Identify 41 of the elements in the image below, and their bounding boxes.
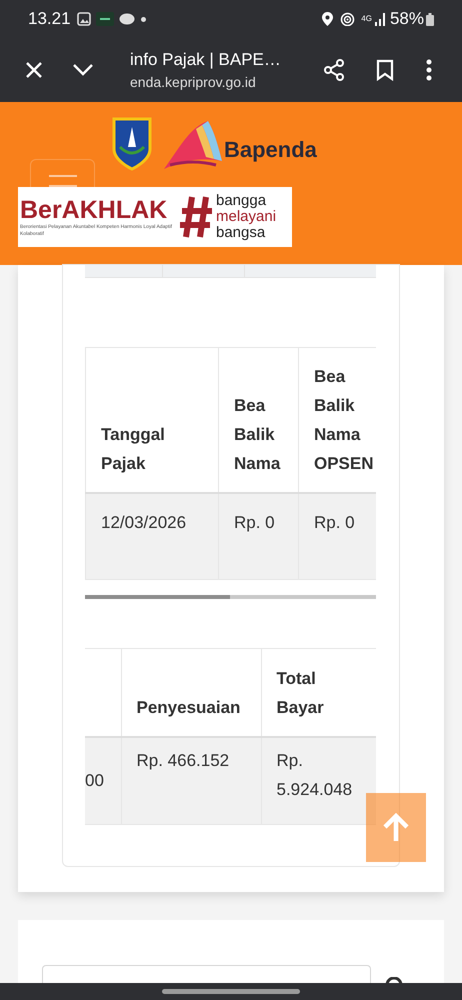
battery-icon: [426, 12, 434, 26]
page-title: info Pajak | BAPE…: [130, 48, 282, 71]
bookmark-icon[interactable]: [376, 59, 394, 81]
column-header: Total Bayar: [261, 648, 376, 736]
column-header: Penyesuaian: [121, 648, 261, 736]
menu-icon: [48, 175, 76, 187]
banner-title: BerAKHLAK: [20, 196, 168, 224]
table-cell: Rp. 0: [298, 492, 376, 580]
table-cell: Rp. 0: [218, 492, 298, 580]
scrollbar-thumb[interactable]: [85, 595, 230, 599]
table-cell: Rp. 466.152: [121, 736, 261, 824]
network-type: 4G: [361, 15, 372, 23]
gallery-icon: [76, 12, 91, 26]
hotspot-icon: [340, 12, 356, 26]
column-header: Tanggal Pajak: [86, 348, 218, 492]
close-icon[interactable]: [24, 60, 44, 80]
tagline-word: bangsa: [216, 225, 266, 241]
table-cell: 12/03/2026: [86, 492, 218, 580]
input-field[interactable]: [42, 965, 371, 983]
hashtag-icon: [180, 195, 214, 239]
share-icon[interactable]: [322, 58, 346, 82]
chevron-down-icon[interactable]: [72, 63, 94, 77]
logo-text: Bapenda: [224, 136, 317, 164]
home-handle[interactable]: [162, 989, 300, 994]
battery-level: 58%: [390, 8, 424, 30]
app-icon: [96, 12, 114, 26]
tagline-word: melayani: [216, 209, 276, 225]
page-url: enda.kepriprov.go.id: [130, 73, 257, 92]
more-icon[interactable]: [426, 59, 432, 81]
table-cell: Rp. 5.924.048: [261, 736, 376, 824]
tagline-word: bangga: [216, 193, 268, 209]
column-header: Bea Balik Nama OPSEN: [298, 348, 376, 492]
table-cell: 00: [85, 771, 104, 790]
clock: 13.21: [28, 8, 71, 30]
arrow-up-icon: [381, 812, 411, 842]
emblem-icon: [112, 117, 152, 171]
location-icon: [322, 12, 334, 26]
signal-icon: [374, 12, 387, 26]
column-header: Bea Balik Nama: [218, 348, 298, 492]
horizontal-scrollbar[interactable]: [85, 595, 376, 599]
dot-icon: [140, 16, 146, 22]
